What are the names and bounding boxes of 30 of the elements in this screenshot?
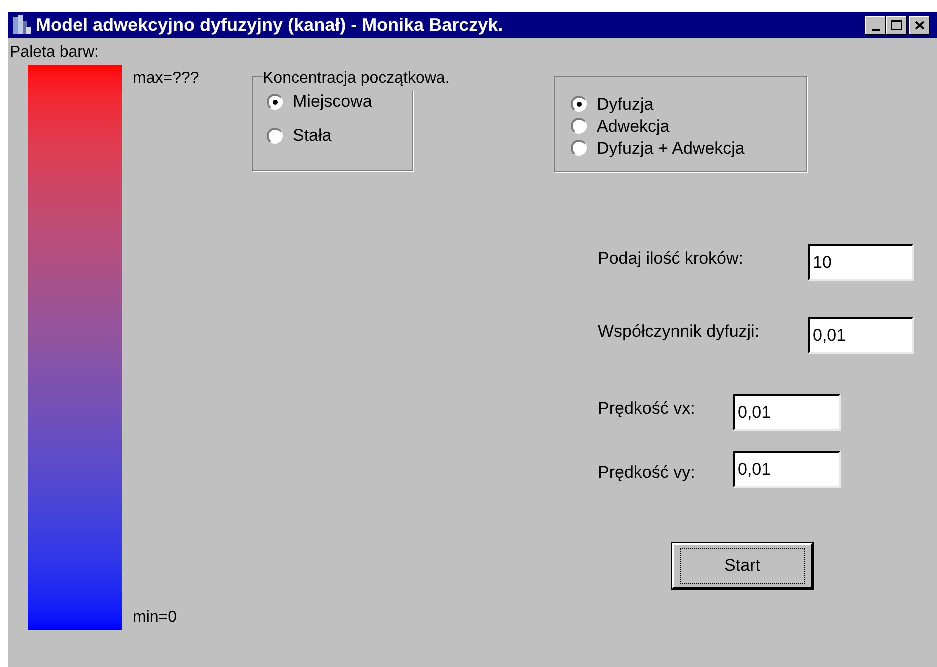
max-label: max=??? [133, 69, 200, 89]
radio-button[interactable] [571, 140, 587, 156]
input-field[interactable]: 0,01 [733, 394, 841, 431]
radio-label: Dyfuzja + Adwekcja [597, 140, 745, 156]
maximize-icon [891, 20, 902, 30]
app-icon [12, 15, 32, 35]
min-label: min=0 [133, 608, 178, 628]
minimize-button[interactable] [865, 16, 886, 34]
close-button[interactable] [909, 16, 930, 34]
start-button[interactable]: Start [672, 543, 813, 589]
radio-button[interactable] [267, 94, 283, 110]
radio-button[interactable] [267, 128, 283, 144]
radio-label: Miejscowa [293, 91, 372, 114]
close-icon [914, 20, 924, 30]
maximize-button[interactable] [886, 16, 907, 34]
input-field[interactable]: 0,01 [808, 317, 914, 354]
field-label: Prędkość vy: [598, 463, 696, 482]
field-label: Podaj ilość kroków: [598, 249, 744, 268]
palette-label: Paleta barw: [10, 43, 100, 63]
radio-label: Dyfuzja [597, 96, 654, 112]
field-label: Współczynnik dyfuzji: [598, 322, 760, 341]
minimize-icon [872, 28, 880, 30]
input-field[interactable]: 10 [808, 244, 914, 281]
radio-button[interactable] [571, 96, 587, 112]
radio-label: Stała [293, 125, 332, 148]
input-field[interactable]: 0,01 [733, 451, 841, 488]
radio-button[interactable] [571, 118, 587, 134]
radio-label: Adwekcja [597, 118, 670, 134]
field-label: Prędkość vx: [598, 399, 696, 418]
window-title: Model adwekcyjno dyfuzyjny (kanał) - Monika Barczyk. [36, 14, 504, 37]
